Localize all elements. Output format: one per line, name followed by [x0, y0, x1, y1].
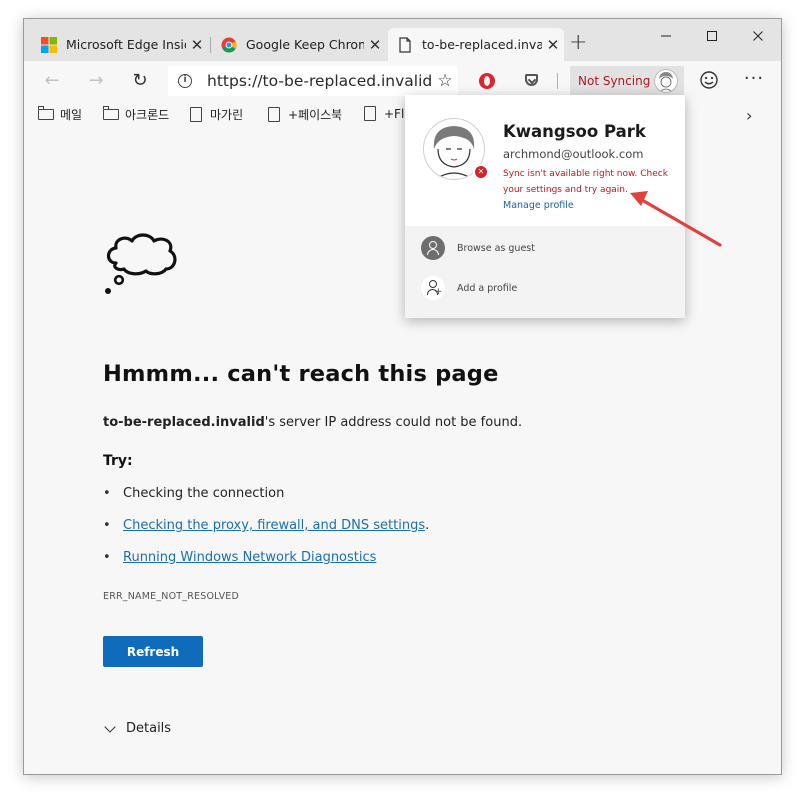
tab-separator [210, 37, 211, 53]
suggestion-list: Checking the connection Checking the pro… [103, 486, 429, 582]
add-profile-item[interactable]: + Add a profile [421, 276, 517, 300]
favorite-label: 메일 [60, 108, 83, 122]
toolbar-separator [557, 73, 558, 89]
page-icon [268, 107, 280, 122]
profile-email: archmond@outlook.com [503, 147, 644, 161]
page-icon [190, 107, 202, 122]
close-window-button[interactable] [738, 23, 778, 51]
add-person-icon: + [421, 276, 445, 300]
profile-name: Kwangsoo Park [503, 122, 646, 141]
browse-guest-label: Browse as guest [457, 242, 535, 254]
info-icon[interactable]: i [178, 74, 192, 88]
favorites-overflow-chevron-icon[interactable]: › [746, 106, 752, 125]
error-code: ERR_NAME_NOT_RESOLVED [103, 591, 240, 602]
microsoft-logo-icon [41, 36, 57, 53]
tab-close-icon[interactable]: ✕ [542, 36, 564, 54]
annotation-arrow-icon [630, 191, 722, 247]
manage-profile-link[interactable]: Manage profile [503, 200, 574, 211]
tab-title: Google Keep Chrome Extension [246, 37, 364, 52]
refresh-page-button[interactable]: Refresh [103, 636, 203, 667]
add-profile-label: Add a profile [457, 282, 518, 294]
back-button[interactable]: ← [38, 67, 66, 95]
favorite-item[interactable]: +Fl [364, 106, 404, 121]
sync-error-icon: ✕ [473, 164, 489, 180]
list-item: Checking the proxy, firewall, and DNS se… [103, 518, 429, 550]
favorite-label: 마가린 [210, 108, 244, 122]
opera-extension-icon[interactable] [479, 73, 495, 89]
details-label: Details [126, 721, 172, 736]
network-diagnostics-link[interactable]: Running Windows Network Diagnostics [123, 550, 376, 565]
suggestion-text: Checking the connection [123, 486, 285, 501]
try-label: Try: [103, 453, 133, 469]
favorite-label: +Fl [384, 106, 405, 121]
details-toggle[interactable]: Details [103, 720, 172, 736]
tab-title: Microsoft Edge Insider [66, 37, 186, 52]
error-description-text: 's server IP address could not be found. [264, 415, 523, 430]
feedback-smiley-icon[interactable] [699, 70, 719, 90]
proxy-settings-link[interactable]: Checking the proxy, firewall, and DNS se… [123, 518, 425, 533]
sync-status-label: Not Syncing [578, 74, 651, 88]
favorite-item[interactable]: 아크론드 [102, 106, 170, 123]
minimize-button[interactable] [646, 23, 686, 51]
thought-cloud-icon [105, 233, 177, 294]
avatar-icon [654, 69, 678, 93]
tab-active-error-page[interactable]: to-be-replaced.invalid ✕ [388, 28, 564, 61]
browse-as-guest-item[interactable]: Browse as guest [421, 236, 535, 260]
tab-edge-insider[interactable]: Microsoft Edge Insider ✕ [32, 28, 208, 61]
suggestion-punctuation: . [425, 518, 430, 533]
tab-title: to-be-replaced.invalid [422, 37, 542, 52]
favorite-item[interactable]: +페이스북 [268, 106, 342, 123]
favorite-label: +페이스북 [288, 108, 343, 122]
chevron-down-icon [104, 720, 116, 733]
tab-google-keep[interactable]: Google Keep Chrome Extension ✕ [212, 28, 386, 61]
tab-close-icon[interactable]: ✕ [186, 36, 208, 54]
error-description: to-be-replaced.invalid's server IP addre… [103, 415, 522, 430]
address-bar[interactable]: i https://to-be-replaced.invalid/ ☆ [168, 66, 458, 96]
chrome-logo-icon [221, 37, 237, 53]
folder-icon [37, 106, 54, 120]
page-icon [397, 36, 413, 53]
favorite-item[interactable]: 메일 [37, 106, 83, 123]
tab-strip: Microsoft Edge Insider ✕ Google Keep Chr… [24, 19, 781, 61]
profile-button[interactable]: Not Syncing [570, 66, 684, 96]
folder-icon [102, 106, 119, 120]
guest-person-icon [421, 236, 445, 260]
page-icon [364, 106, 376, 121]
list-item: Running Windows Network Diagnostics [103, 550, 429, 582]
error-host: to-be-replaced.invalid [103, 415, 265, 430]
list-item: Checking the connection [103, 486, 429, 518]
forward-button[interactable]: → [82, 67, 110, 95]
more-menu-button[interactable]: ··· [740, 67, 768, 95]
favorite-item[interactable]: 마가린 [190, 106, 243, 123]
tab-close-icon[interactable]: ✕ [364, 36, 386, 54]
pocket-extension-icon[interactable] [525, 74, 538, 86]
favorite-label: 아크론드 [125, 108, 170, 122]
refresh-button[interactable]: ↻ [126, 67, 154, 95]
error-title: Hmmm... can't reach this page [103, 361, 499, 387]
favorite-star-icon[interactable]: ☆ [432, 71, 458, 91]
new-tab-button[interactable]: + [569, 32, 587, 54]
url-text[interactable]: https://to-be-replaced.invalid/ [207, 72, 432, 90]
maximize-button[interactable] [692, 23, 732, 51]
